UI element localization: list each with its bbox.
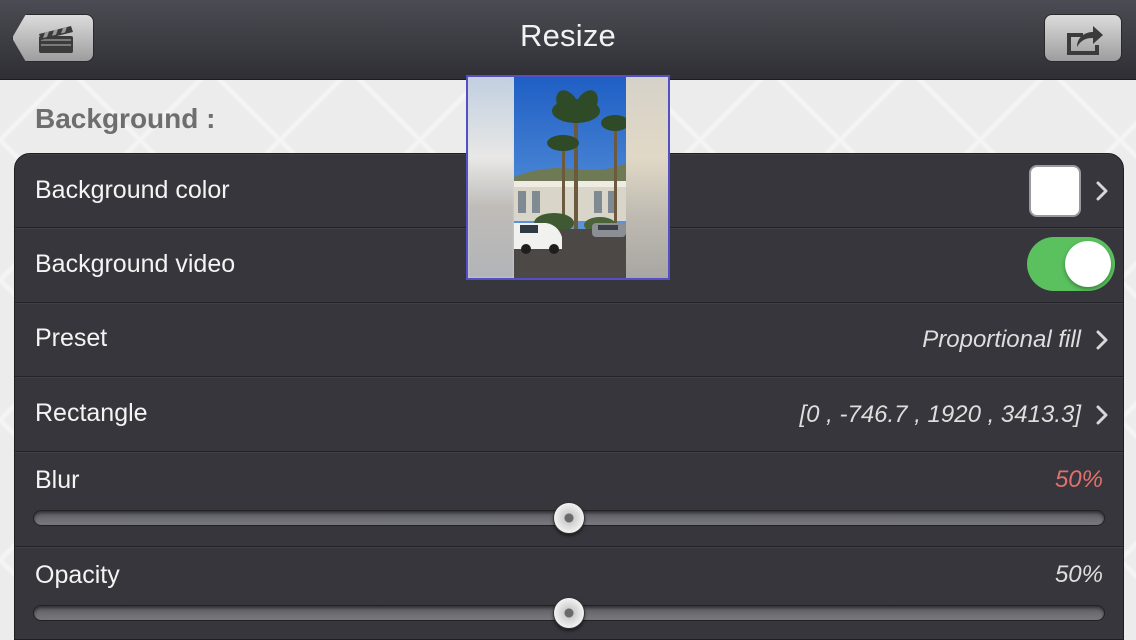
share-button[interactable]: [1044, 14, 1122, 62]
row-label: Rectangle: [35, 399, 148, 427]
video-preview-thumbnail[interactable]: [466, 75, 670, 280]
video-frame-image: [514, 77, 626, 278]
page-title: Resize: [520, 18, 616, 53]
chevron-right-icon: [1096, 181, 1108, 201]
blurred-background-left: [468, 77, 514, 278]
row-label: Blur: [35, 466, 80, 494]
row-label: Background video: [35, 250, 236, 278]
row-label: Background color: [35, 176, 230, 204]
opacity-value: 50%: [1054, 561, 1103, 588]
opacity-slider-track[interactable]: [33, 597, 1105, 629]
row-blur: Blur 50%: [15, 452, 1123, 547]
background-video-toggle[interactable]: [1027, 237, 1115, 291]
blurred-background-right: [624, 77, 668, 278]
row-opacity: Opacity 50%: [15, 547, 1123, 639]
section-header-background: Background :: [35, 103, 216, 134]
opacity-slider-thumb[interactable]: [553, 597, 585, 629]
row-label: Opacity: [35, 561, 120, 589]
share-icon: [1067, 26, 1103, 55]
row-preset[interactable]: Preset Proportional fill: [15, 303, 1123, 377]
rectangle-value: [0 , -746.7 , 1920 , 3413.3]: [799, 401, 1081, 428]
preset-value: Proportional fill: [922, 326, 1081, 353]
row-rectangle[interactable]: Rectangle [0 , -746.7 , 1920 , 3413.3]: [15, 377, 1123, 452]
row-label: Preset: [35, 324, 108, 352]
background-color-swatch[interactable]: [1029, 165, 1081, 217]
blur-value: 50%: [1054, 466, 1103, 493]
navigation-bar: Resize: [0, 0, 1136, 80]
blur-slider-track[interactable]: [33, 502, 1105, 534]
chevron-right-icon: [1096, 330, 1108, 350]
toggle-knob: [1065, 241, 1111, 287]
blur-slider-thumb[interactable]: [553, 502, 585, 534]
chevron-right-icon: [1096, 405, 1108, 425]
